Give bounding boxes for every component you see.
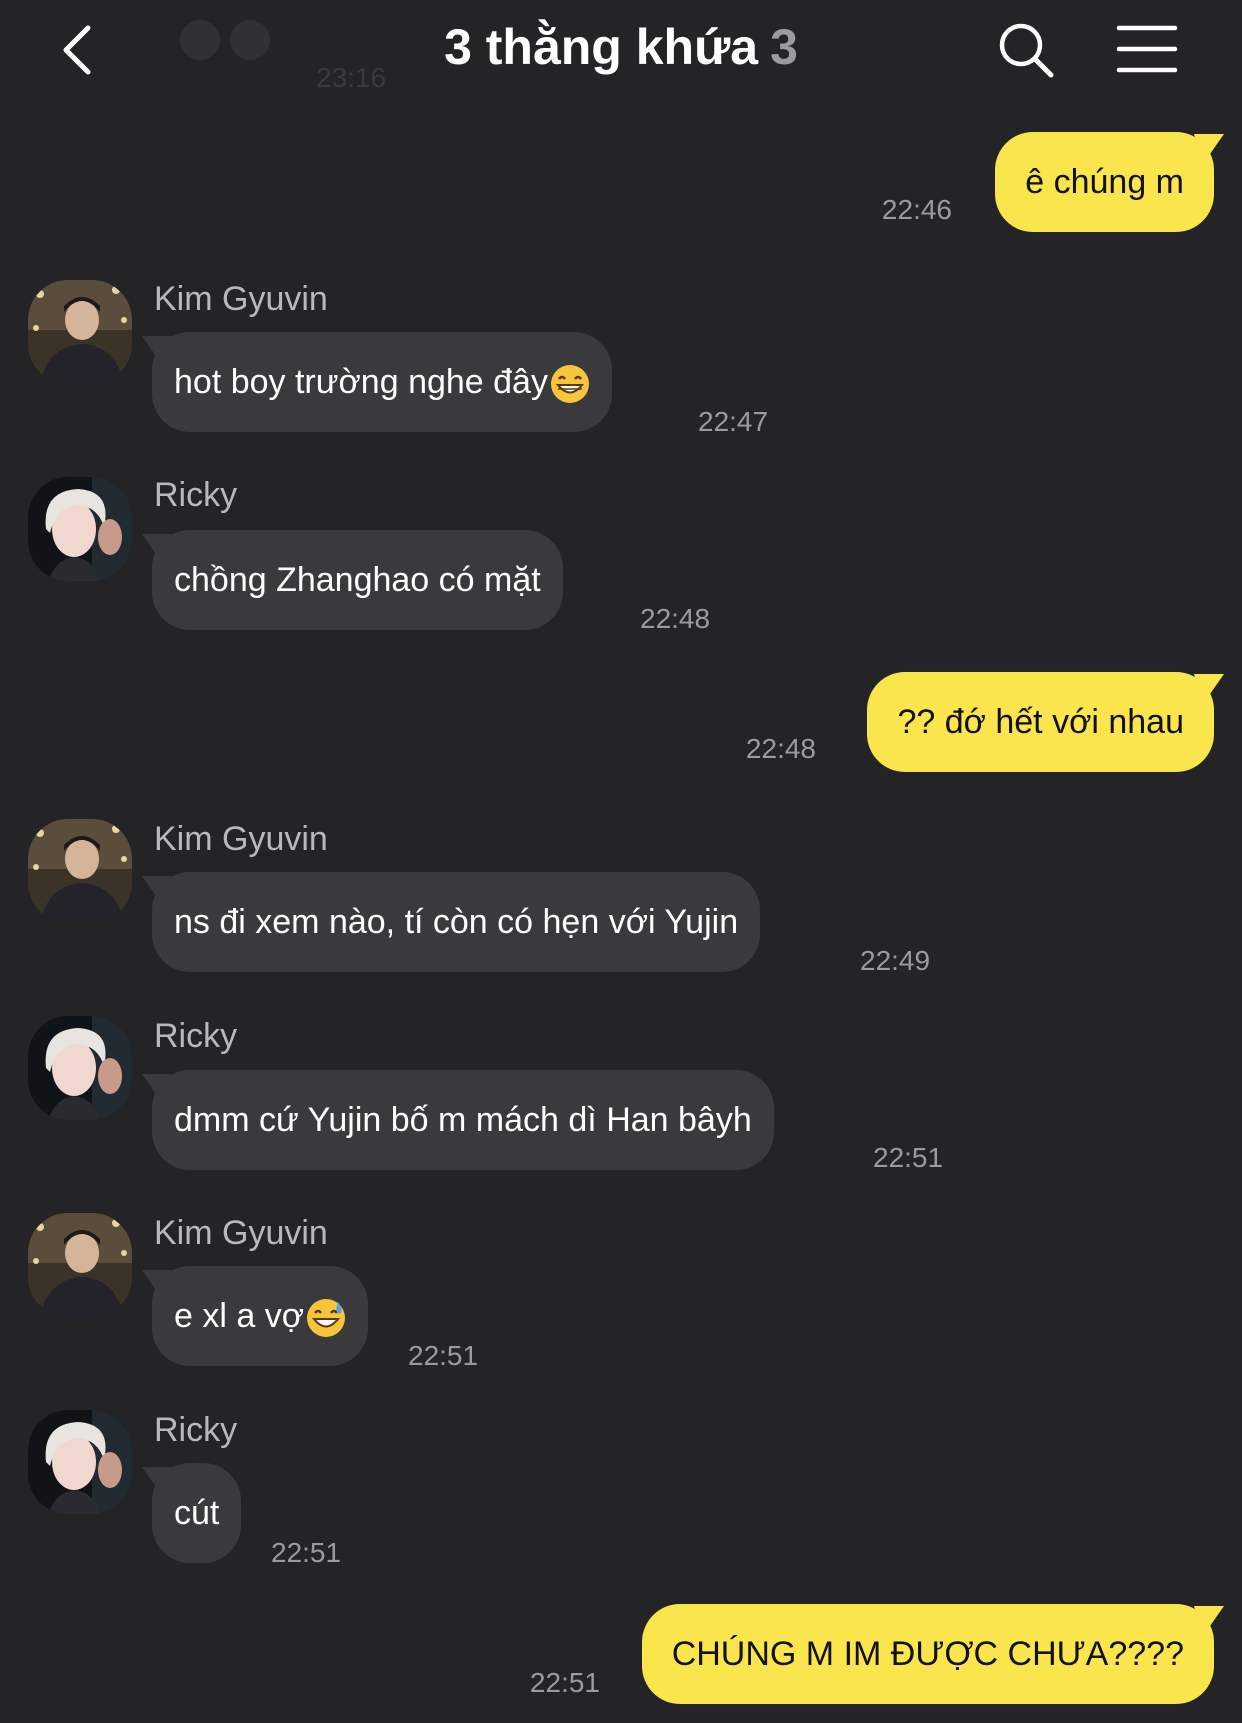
sender-name: Kim Gyuvin [154, 1214, 328, 1252]
chat-header: 23:16 3 thằng khứa 3 [0, 0, 1242, 100]
message-time: 22:51 [271, 1537, 342, 1568]
hamburger-menu-icon [1116, 25, 1178, 73]
avatar-photo [28, 1016, 132, 1120]
avatar-photo [28, 280, 132, 384]
avatar-photo [28, 1410, 132, 1514]
avatar[interactable] [28, 280, 132, 384]
message-time: 22:46 [881, 194, 952, 225]
message-time: 22:51 [529, 1667, 600, 1698]
message-time: 22:49 [860, 945, 931, 976]
avatar[interactable] [28, 1016, 132, 1120]
message-time: 22:51 [873, 1142, 944, 1173]
avatar-photo [28, 819, 132, 923]
my-message-bubble[interactable]: ?? đớ hết với nhau [867, 672, 1214, 772]
avatar[interactable] [28, 477, 132, 581]
message-time: 22:48 [745, 733, 816, 764]
grinning-face-icon [550, 364, 590, 404]
avatar-photo [28, 477, 132, 581]
sender-name: Ricky [154, 1411, 238, 1449]
sender-name: Ricky [154, 1017, 238, 1055]
message-text: hot boy trường nghe đây [174, 363, 548, 401]
avatar[interactable] [28, 819, 132, 923]
avatar[interactable] [28, 1410, 132, 1514]
my-message-bubble[interactable]: ê chúng m [995, 132, 1214, 232]
grinning-sweat-icon [306, 1298, 346, 1338]
chat-name: 3 thằng khứa [444, 19, 759, 75]
search-button[interactable] [996, 20, 1056, 80]
search-icon [999, 23, 1054, 78]
their-message-bubble[interactable]: cút [152, 1463, 242, 1563]
avatar-photo [28, 1213, 132, 1317]
their-message-bubble[interactable]: chồng Zhanghao có mặt [152, 530, 563, 630]
their-message-bubble[interactable]: e xl a vợ [152, 1266, 369, 1366]
message-time: 22:47 [698, 406, 769, 437]
their-message-bubble[interactable]: hot boy trường nghe đây [152, 332, 612, 432]
avatar[interactable] [28, 1213, 132, 1317]
message-time: 22:48 [640, 603, 711, 634]
sender-name: Kim Gyuvin [154, 820, 328, 858]
message-text: e xl a vợ [174, 1297, 305, 1335]
their-message-bubble[interactable]: ns đi xem nào, tí còn có hẹn với Yujin [152, 872, 761, 972]
my-message-bubble[interactable]: CHÚNG M IM ĐƯỢC CHƯA???? [641, 1604, 1214, 1704]
their-message-bubble[interactable]: dmm cứ Yujin bố m mách dì Han bâyh [152, 1070, 774, 1170]
sender-name: Ricky [154, 476, 238, 514]
member-count: 3 [770, 19, 798, 75]
message-time: 22:51 [408, 1340, 479, 1371]
menu-button[interactable] [1116, 24, 1178, 74]
sender-name: Kim Gyuvin [154, 280, 328, 318]
